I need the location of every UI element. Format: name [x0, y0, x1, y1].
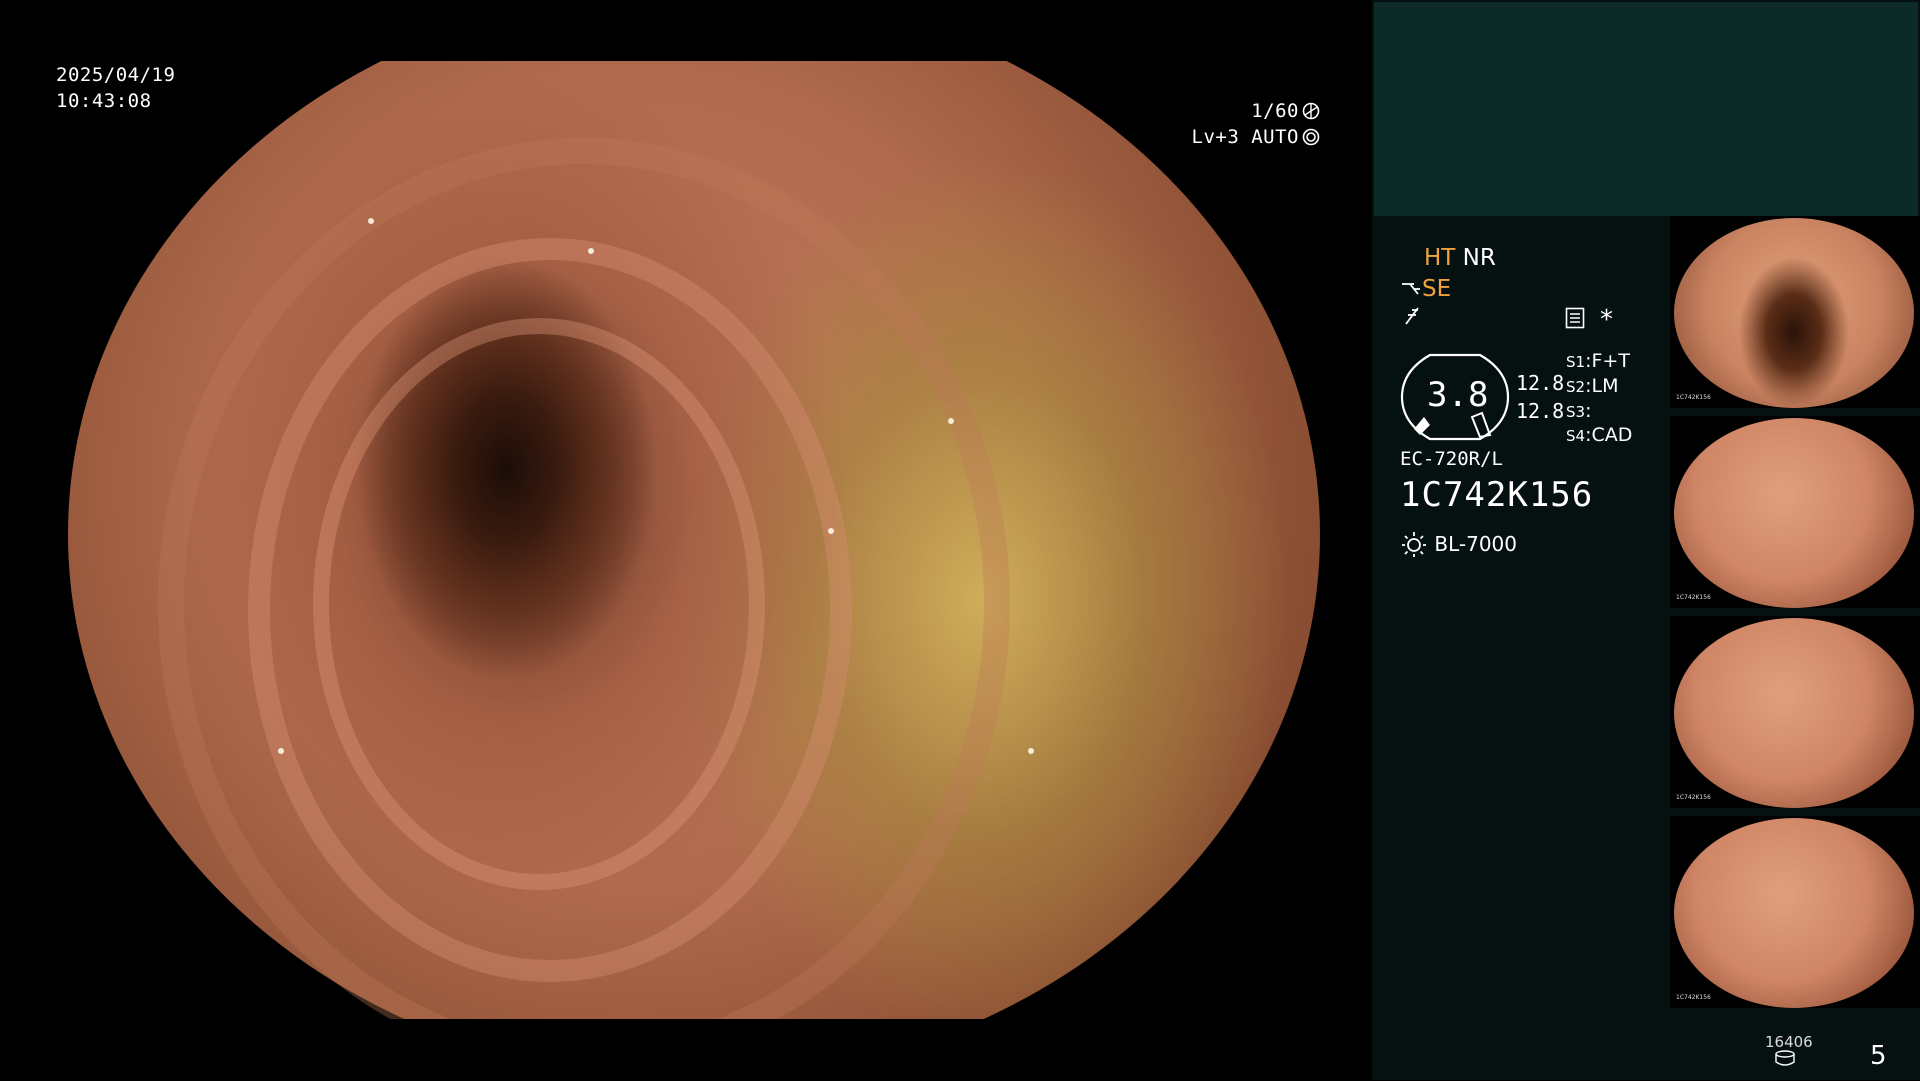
iris-icon [1302, 128, 1320, 146]
thumbnail-image [1674, 418, 1914, 608]
ht-indicator: HT [1424, 245, 1456, 271]
scope-model: EC-720R/L [1400, 448, 1503, 470]
brightness-level: Lv+3 AUTO [1191, 126, 1299, 148]
setting-s3: S3: [1566, 400, 1592, 422]
panel-header-area [1374, 2, 1918, 216]
endoscopic-image [68, 61, 1320, 1019]
thumbnail-image [1674, 618, 1914, 808]
gauge-side-value-2: 12.8 [1516, 399, 1565, 423]
gauge-side-value-1: 12.8 [1516, 371, 1565, 395]
f-slash-icon [1405, 307, 1419, 325]
light-source: BL-7000 [1400, 530, 1517, 558]
gauge-value: 3.8 [1427, 375, 1489, 415]
thumbnail-label: 1C742K156 [1676, 994, 1711, 1001]
thumbnail-label: 1C742K156 [1676, 394, 1711, 401]
thumbnail-label: 1C742K156 [1676, 594, 1711, 601]
setting-s1: S1:F+T [1566, 350, 1630, 372]
settings-sheet-icon [1565, 307, 1585, 329]
structure-enhancement: SE [1400, 274, 1451, 304]
setting-s4: S4:CAD [1566, 424, 1633, 446]
exposure-settings: 1/60 Lv+3 AUTO [1160, 98, 1320, 150]
database-icon [1775, 1050, 1795, 1066]
scope-serial: 1C742K156 [1400, 475, 1594, 515]
page-number: 5 [1870, 1041, 1887, 1071]
capture-time: 10:43:08 [56, 90, 152, 112]
light-reflection [368, 218, 374, 224]
captured-image-thumbnail[interactable]: 1C742K156 [1670, 816, 1920, 1008]
nr-indicator: NR [1462, 245, 1496, 271]
capture-date: 2025/04/19 [56, 64, 176, 86]
light-reflection [588, 248, 594, 254]
se-indicator: SE [1422, 276, 1452, 302]
endoscope-live-view: 2025/04/19 10:43:08 1/60 Lv+3 AUTO [0, 0, 1372, 1080]
light-reflection [278, 748, 284, 754]
light-reflection [1028, 748, 1034, 754]
enhancement-modes: HT NR [1424, 243, 1496, 273]
captured-image-thumbnail[interactable]: 1C742K156 [1670, 216, 1920, 408]
star-indicator: * [1600, 305, 1613, 335]
shutter-speed: 1/60 [1251, 100, 1299, 122]
shutter-icon [1302, 102, 1320, 120]
thumbnail-image [1674, 818, 1914, 1008]
capture-timestamp: 2025/04/19 10:43:08 [56, 62, 175, 114]
light-reflection [948, 418, 954, 424]
setting-s2: S2:LM [1566, 375, 1619, 397]
mucosal-fold [313, 318, 765, 890]
thumbnail-label: 1C742K156 [1676, 794, 1711, 801]
probe-icon [1402, 283, 1420, 295]
captured-image-thumbnail[interactable]: 1C742K156 [1670, 416, 1920, 608]
sun-icon [1402, 532, 1426, 557]
captured-image-thumbnail[interactable]: 1C742K156 [1670, 616, 1920, 808]
f-slash-indicator [1402, 304, 1422, 334]
thumbnail-image [1674, 218, 1914, 408]
light-source-label: BL-7000 [1434, 532, 1517, 556]
light-reflection [828, 528, 834, 534]
capture-count: 16406 [1765, 1033, 1813, 1051]
